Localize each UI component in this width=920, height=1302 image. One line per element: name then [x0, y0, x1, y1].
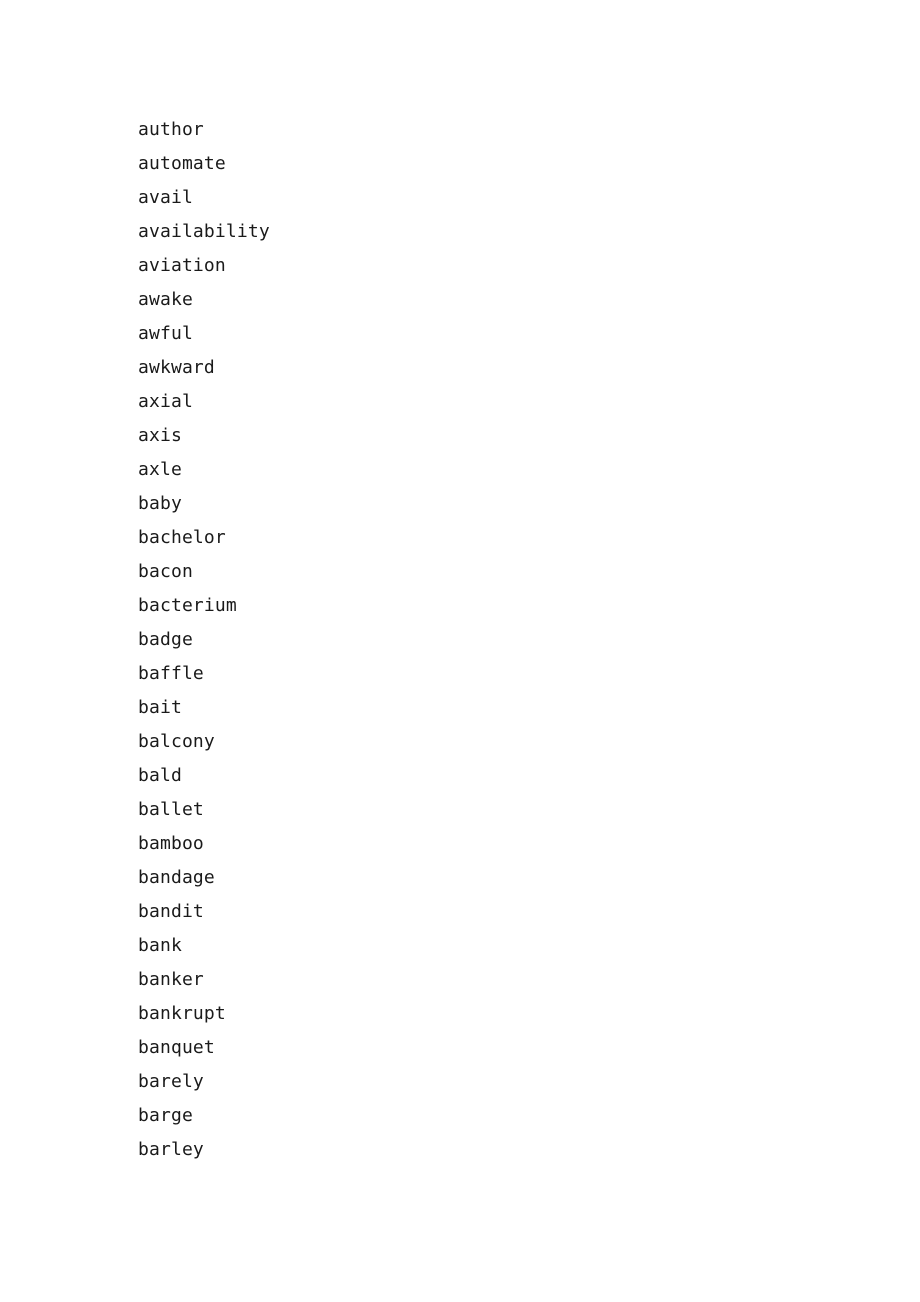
word-list-item: availability [138, 221, 270, 242]
word-list-item: bait [138, 697, 182, 718]
word-list-item: author [138, 119, 204, 140]
word-list: author automate avail availability aviation a… [138, 113, 270, 1167]
word-list-item: axial [138, 391, 193, 412]
word-list-item: banker [138, 969, 204, 990]
word-list-item: bandit [138, 901, 204, 922]
word-list-item: baby [138, 493, 182, 514]
word-list-item: axle [138, 459, 182, 480]
word-list-item: bacterium [138, 595, 237, 616]
word-list-item: barge [138, 1105, 193, 1126]
word-list-item: badge [138, 629, 193, 650]
word-list-item: bank [138, 935, 182, 956]
word-list-item: aviation [138, 255, 226, 276]
word-list-item: barely [138, 1071, 204, 1092]
word-list-item: balcony [138, 731, 215, 752]
word-list-item: automate [138, 153, 226, 174]
word-list-item: awkward [138, 357, 215, 378]
word-list-item: bald [138, 765, 182, 786]
word-list-item: axis [138, 425, 182, 446]
word-list-item: banquet [138, 1037, 215, 1058]
word-list-item: bandage [138, 867, 215, 888]
word-list-item: bacon [138, 561, 193, 582]
word-list-item: bamboo [138, 833, 204, 854]
word-list-item: bachelor [138, 527, 226, 548]
word-list-item: bankrupt [138, 1003, 226, 1024]
word-list-item: avail [138, 187, 193, 208]
word-list-item: baffle [138, 663, 204, 684]
word-list-item: barley [138, 1139, 204, 1160]
word-list-item: ballet [138, 799, 204, 820]
word-list-item: awful [138, 323, 193, 344]
document-page: author automate avail availability aviation a… [0, 0, 920, 1302]
word-list-item: awake [138, 289, 193, 310]
